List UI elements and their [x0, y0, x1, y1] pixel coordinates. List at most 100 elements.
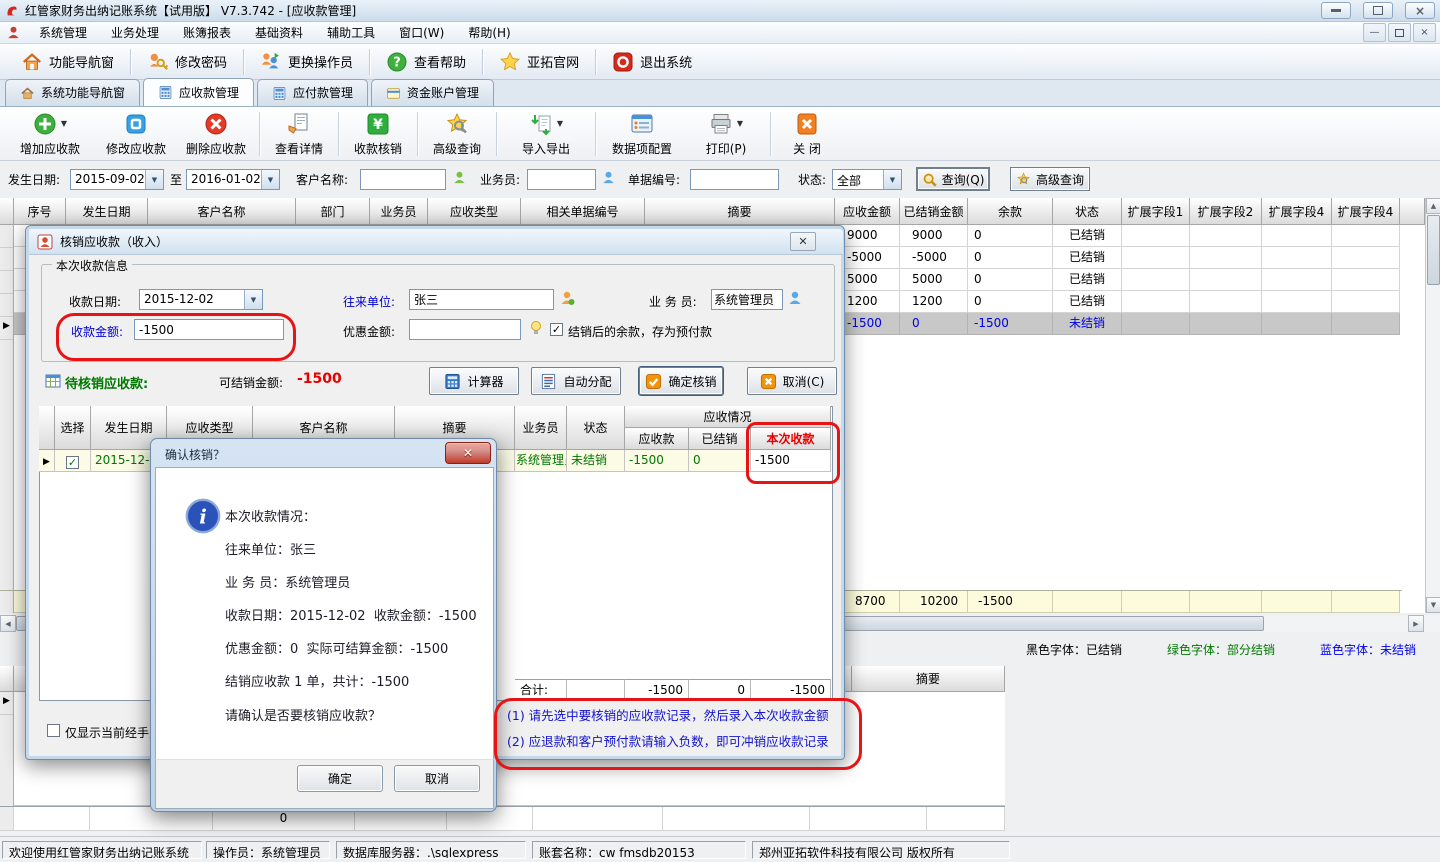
- print-button[interactable]: ▼ 打印(P): [685, 109, 767, 159]
- customer-input[interactable]: [360, 169, 446, 190]
- counterparty-person-icon[interactable]: [559, 290, 575, 306]
- scroll-right-icon[interactable]: ▶: [1408, 615, 1424, 632]
- row-select-checkbox[interactable]: ✓: [55, 450, 91, 472]
- edit-receivable-button[interactable]: 修改应收款: [96, 109, 176, 159]
- writeoff-dialog-titlebar[interactable]: 核销应收款（收入） ✕: [29, 229, 843, 255]
- status-combo[interactable]: 全部▼: [832, 169, 902, 190]
- chevron-down-icon[interactable]: ▼: [557, 119, 563, 128]
- confirm-cancel-button[interactable]: 取消: [394, 765, 480, 792]
- chevron-down-icon[interactable]: ▼: [61, 119, 67, 128]
- counterparty-input[interactable]: [409, 289, 554, 310]
- col-header[interactable]: 扩展字段2: [1190, 198, 1262, 225]
- add-receivable-button[interactable]: ▼ 增加应收款: [4, 109, 96, 159]
- change-password-button[interactable]: 修改密码: [134, 47, 240, 77]
- col-status-header[interactable]: 状态: [567, 406, 625, 450]
- col-header[interactable]: 序号: [14, 198, 66, 225]
- col-header[interactable]: 部门: [296, 198, 370, 225]
- date-range-label: 发生日期:: [8, 171, 60, 188]
- menu-window[interactable]: 窗口(W): [387, 22, 456, 43]
- mdi-restore-button[interactable]: [1388, 23, 1411, 42]
- receipt-amount-input[interactable]: [134, 319, 284, 340]
- col-header[interactable]: 客户名称: [148, 198, 296, 225]
- tab-accounts[interactable]: 资金账户管理: [371, 79, 494, 106]
- advanced-query-button[interactable]: 高级查询: [421, 109, 493, 159]
- col-current-header[interactable]: 本次收款: [751, 428, 831, 450]
- customer-person-icon[interactable]: [452, 170, 467, 185]
- tab-system-nav[interactable]: 系统功能导航窗: [5, 79, 140, 106]
- official-site-button[interactable]: 亚拓官网: [486, 47, 592, 77]
- scroll-thumb[interactable]: [1427, 215, 1440, 285]
- scroll-down-icon[interactable]: ▼: [1426, 597, 1440, 613]
- grid-total-settled: 0: [689, 679, 751, 701]
- bulb-icon[interactable]: [528, 320, 544, 336]
- mdi-close-button[interactable]: ×: [1413, 23, 1436, 42]
- view-help-button[interactable]: ? 查看帮助: [373, 47, 479, 77]
- date-to-combo[interactable]: 2016-01-02▼: [186, 169, 280, 190]
- query-button[interactable]: 查询(Q): [916, 167, 990, 191]
- data-config-button[interactable]: 数据项配置: [599, 109, 685, 159]
- restore-button[interactable]: [1363, 2, 1393, 19]
- salesman-person-icon[interactable]: [787, 290, 803, 306]
- menu-business[interactable]: 业务处理: [99, 22, 171, 43]
- dialog-salesman-input[interactable]: [711, 289, 783, 310]
- remainder-checkbox[interactable]: ✓: [550, 323, 563, 336]
- writeoff-button[interactable]: ¥ 收款核销: [342, 109, 414, 159]
- import-export-button[interactable]: ▼ 导入导出: [500, 109, 592, 159]
- menu-help[interactable]: 帮助(H): [456, 22, 522, 43]
- receipt-date-combo[interactable]: 2015-12-02▼: [139, 289, 263, 310]
- col-header[interactable]: 应收金额: [835, 198, 900, 225]
- advanced-query-bar-button[interactable]: 高级查询: [1010, 167, 1090, 191]
- col-header[interactable]: 业务员: [370, 198, 428, 225]
- vertical-scrollbar[interactable]: ▲ ▼: [1425, 198, 1440, 613]
- salesman-person-icon[interactable]: [601, 170, 616, 185]
- tab-payables[interactable]: 应付款管理: [257, 79, 368, 106]
- col-header[interactable]: 已结销金额: [900, 198, 968, 225]
- confirm-writeoff-button[interactable]: 确定核销: [639, 367, 723, 395]
- menu-reports[interactable]: 账簿报表: [171, 22, 243, 43]
- date-from-combo[interactable]: 2015-09-02▼: [70, 169, 164, 190]
- col-settled-header[interactable]: 已结销: [689, 428, 751, 450]
- col-salesman-header[interactable]: 业务员: [515, 406, 567, 450]
- col-header[interactable]: 扩展字段4: [1332, 198, 1400, 225]
- row-salesman: 系统管理员: [515, 450, 567, 472]
- mdi-minimize-button[interactable]: —: [1363, 23, 1386, 42]
- confirm-close-button[interactable]: ✕: [445, 442, 491, 464]
- col-header[interactable]: 扩展字段1: [1122, 198, 1190, 225]
- tab-receivables[interactable]: 应收款管理: [143, 78, 254, 106]
- close-module-button[interactable]: 关 闭: [774, 109, 840, 159]
- chevron-down-icon[interactable]: ▼: [737, 119, 743, 128]
- dialog-close-button[interactable]: ✕: [790, 232, 816, 251]
- col-receivable-header[interactable]: 应收款: [625, 428, 689, 450]
- menu-system[interactable]: 系统管理: [27, 22, 99, 43]
- col-header[interactable]: 摘要: [645, 198, 835, 225]
- col-header[interactable]: 状态: [1053, 198, 1122, 225]
- exit-system-button[interactable]: 退出系统: [599, 47, 705, 77]
- discount-input[interactable]: [409, 319, 521, 340]
- view-detail-button[interactable]: 查看详情: [263, 109, 335, 159]
- nav-window-button[interactable]: 功能导航窗: [8, 47, 127, 77]
- auto-assign-button[interactable]: 自动分配: [531, 367, 621, 395]
- col-header[interactable]: 发生日期: [66, 198, 148, 225]
- col-header[interactable]: 应收类型: [428, 198, 521, 225]
- delete-receivable-button[interactable]: 删除应收款: [176, 109, 256, 159]
- col-header[interactable]: 扩展字段4: [1262, 198, 1332, 225]
- salesman-input[interactable]: [527, 169, 596, 190]
- switch-operator-button[interactable]: 更换操作员: [247, 47, 366, 77]
- col-header[interactable]: 相关单据编号: [521, 198, 645, 225]
- doc-no-input[interactable]: [690, 169, 779, 190]
- close-button[interactable]: ×: [1405, 2, 1435, 19]
- minimize-button[interactable]: [1321, 2, 1351, 19]
- col-header[interactable]: 余款: [968, 198, 1053, 225]
- scroll-left-icon[interactable]: ◀: [0, 615, 16, 632]
- menu-tools[interactable]: 辅助工具: [315, 22, 387, 43]
- toolbar-separator: [130, 49, 131, 75]
- scroll-up-icon[interactable]: ▲: [1426, 198, 1440, 214]
- row-current-input[interactable]: -1500: [751, 450, 831, 472]
- detail-summary-header[interactable]: 摘要: [852, 666, 1005, 692]
- cancel-writeoff-button[interactable]: 取消(C): [747, 367, 837, 395]
- calculator-button[interactable]: 计算器: [429, 367, 519, 395]
- menu-basedata[interactable]: 基础资料: [243, 22, 315, 43]
- confirm-ok-button[interactable]: 确定: [297, 765, 383, 792]
- current-handler-checkbox[interactable]: [47, 724, 60, 737]
- col-select-header[interactable]: 选择: [55, 406, 91, 450]
